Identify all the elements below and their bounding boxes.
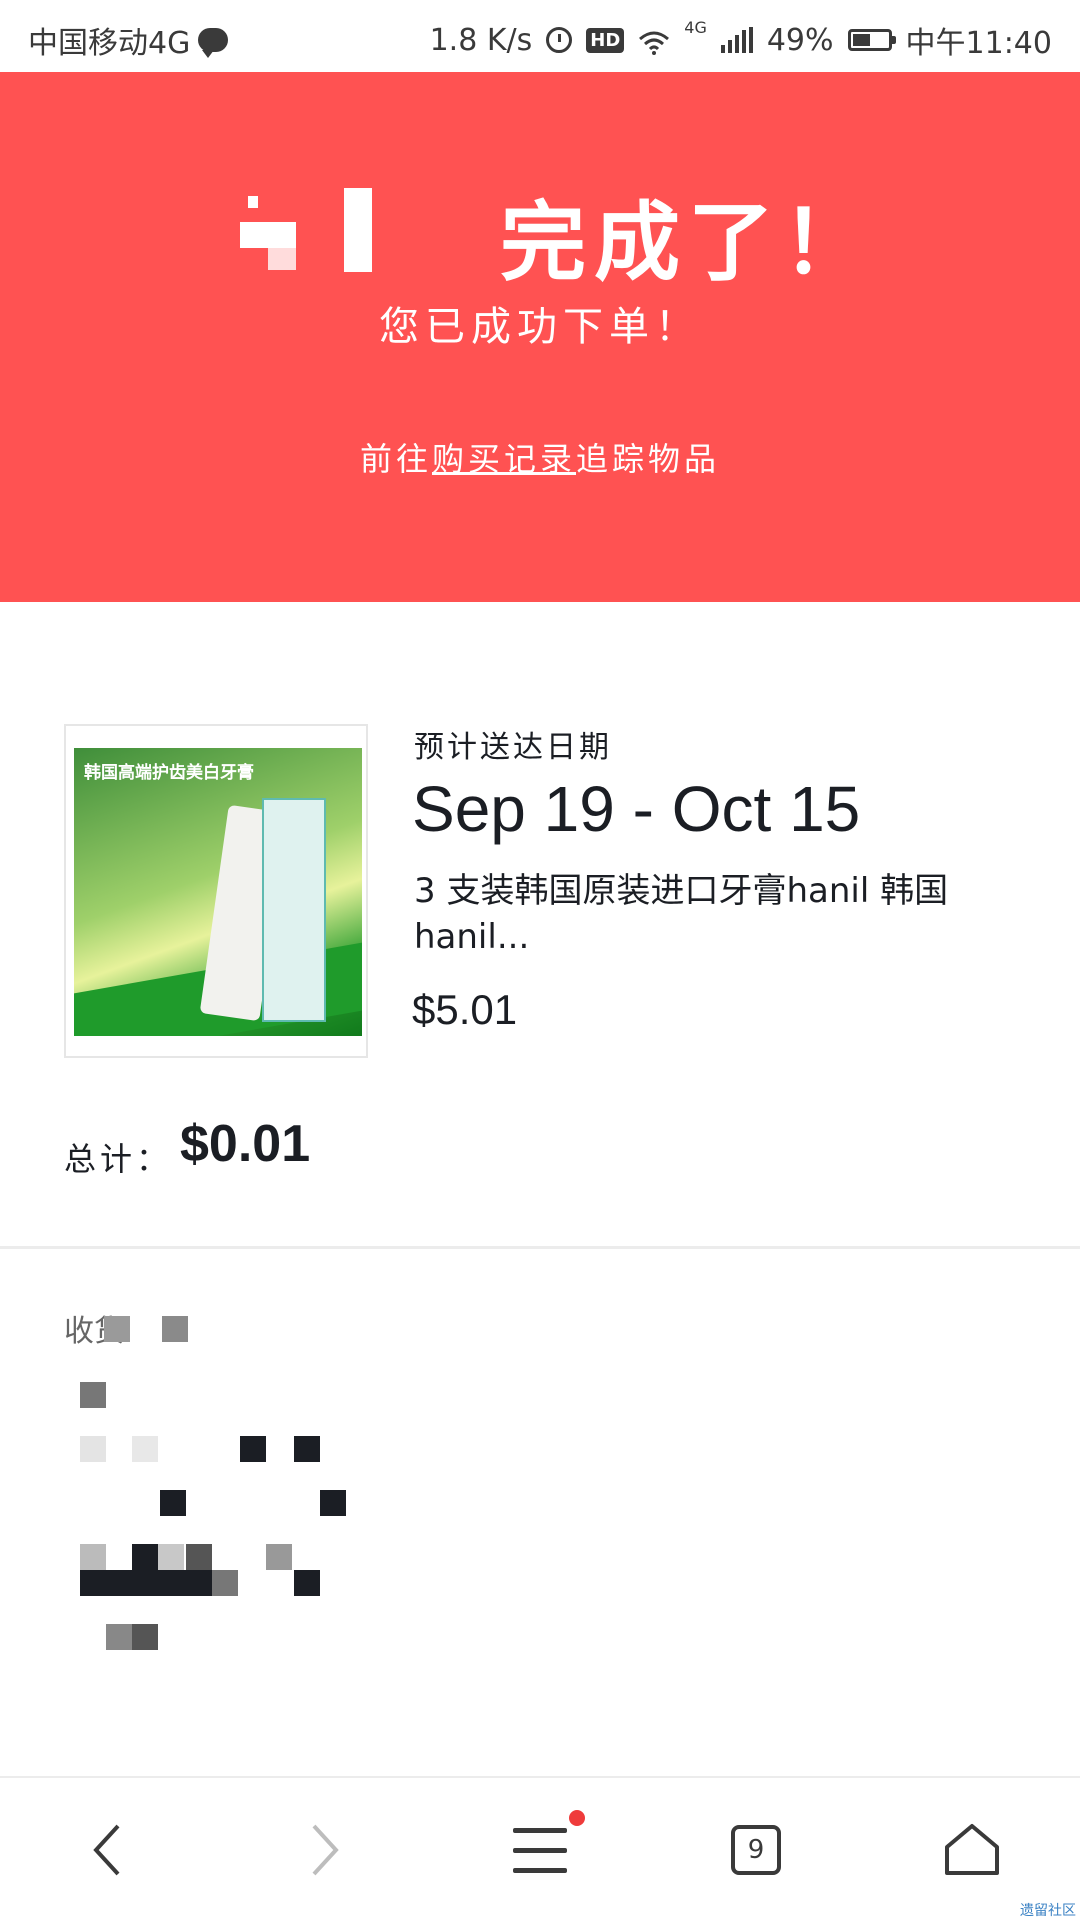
purchase-history-line: 前往购买记录追踪物品 — [0, 434, 1080, 480]
total-value: $0.01 — [180, 1115, 311, 1173]
banner-subtitle: 您已成功下单！ — [379, 304, 701, 350]
back-button[interactable] — [0, 1778, 216, 1922]
status-bar: 中国移动4G 1.8 K/s HD 4G 49% 中午11:40 — [0, 0, 1080, 72]
hd-icon: HD — [586, 27, 625, 53]
banner-title: 完成了！ — [500, 193, 876, 293]
purchase-history-link[interactable]: 购买记录 — [432, 440, 576, 478]
status-left: 中国移动4G — [28, 18, 229, 62]
alarm-icon — [546, 27, 573, 53]
watermark: 遗留社区 — [1020, 1903, 1076, 1919]
status-right: 1.8 K/s HD 4G 49% 中午11:40 — [430, 18, 1052, 62]
battery-percent: 49% — [766, 22, 834, 58]
chevron-left-icon — [93, 1824, 120, 1876]
notification-dot — [569, 1810, 585, 1826]
toothpaste-box — [262, 798, 326, 1022]
link-prefix: 前往 — [359, 440, 432, 478]
product-image: 韩国高端护齿美白牙膏 — [74, 748, 362, 1036]
carrier-label: 中国移动4G — [28, 26, 191, 61]
menu-button[interactable] — [432, 1778, 648, 1922]
forward-button[interactable] — [216, 1778, 432, 1922]
network-speed: 1.8 K/s — [429, 22, 533, 58]
product-name[interactable]: 3 支装韩国原装进口牙膏hanil 韩国 hanil... — [414, 868, 1014, 960]
battery-icon — [847, 29, 896, 51]
product-thumbnail[interactable]: 韩国高端护齿美白牙膏 — [64, 724, 368, 1058]
clock: 中午11:40 — [905, 26, 1052, 61]
delivery-label: 预计送达日期 — [414, 730, 612, 765]
chevron-right-icon — [312, 1824, 339, 1876]
success-banner: 完成了！ 您已成功下单！ 前往购买记录追踪物品 — [0, 72, 1080, 602]
total-label: 总计： — [64, 1140, 173, 1178]
delivery-dates: Sep 19 - Oct 15 — [412, 773, 861, 845]
signal-icon — [720, 27, 753, 53]
network-type: 4G — [684, 18, 707, 37]
home-icon — [943, 1823, 1001, 1877]
product-image-caption: 韩国高端护齿美白牙膏 — [84, 763, 254, 783]
section-divider — [0, 1246, 1080, 1249]
menu-icon — [513, 1810, 585, 1873]
wifi-icon — [638, 28, 670, 55]
message-icon — [198, 28, 229, 58]
redacted-username — [240, 182, 380, 272]
product-price: $5.01 — [412, 986, 518, 1033]
tabs-icon: 9 — [731, 1825, 781, 1875]
redacted-address — [64, 1300, 464, 1700]
bottom-navigation: 9 遗留社区 — [0, 1776, 1080, 1922]
link-suffix: 追踪物品 — [576, 440, 721, 478]
tabs-button[interactable]: 9 — [648, 1778, 864, 1922]
